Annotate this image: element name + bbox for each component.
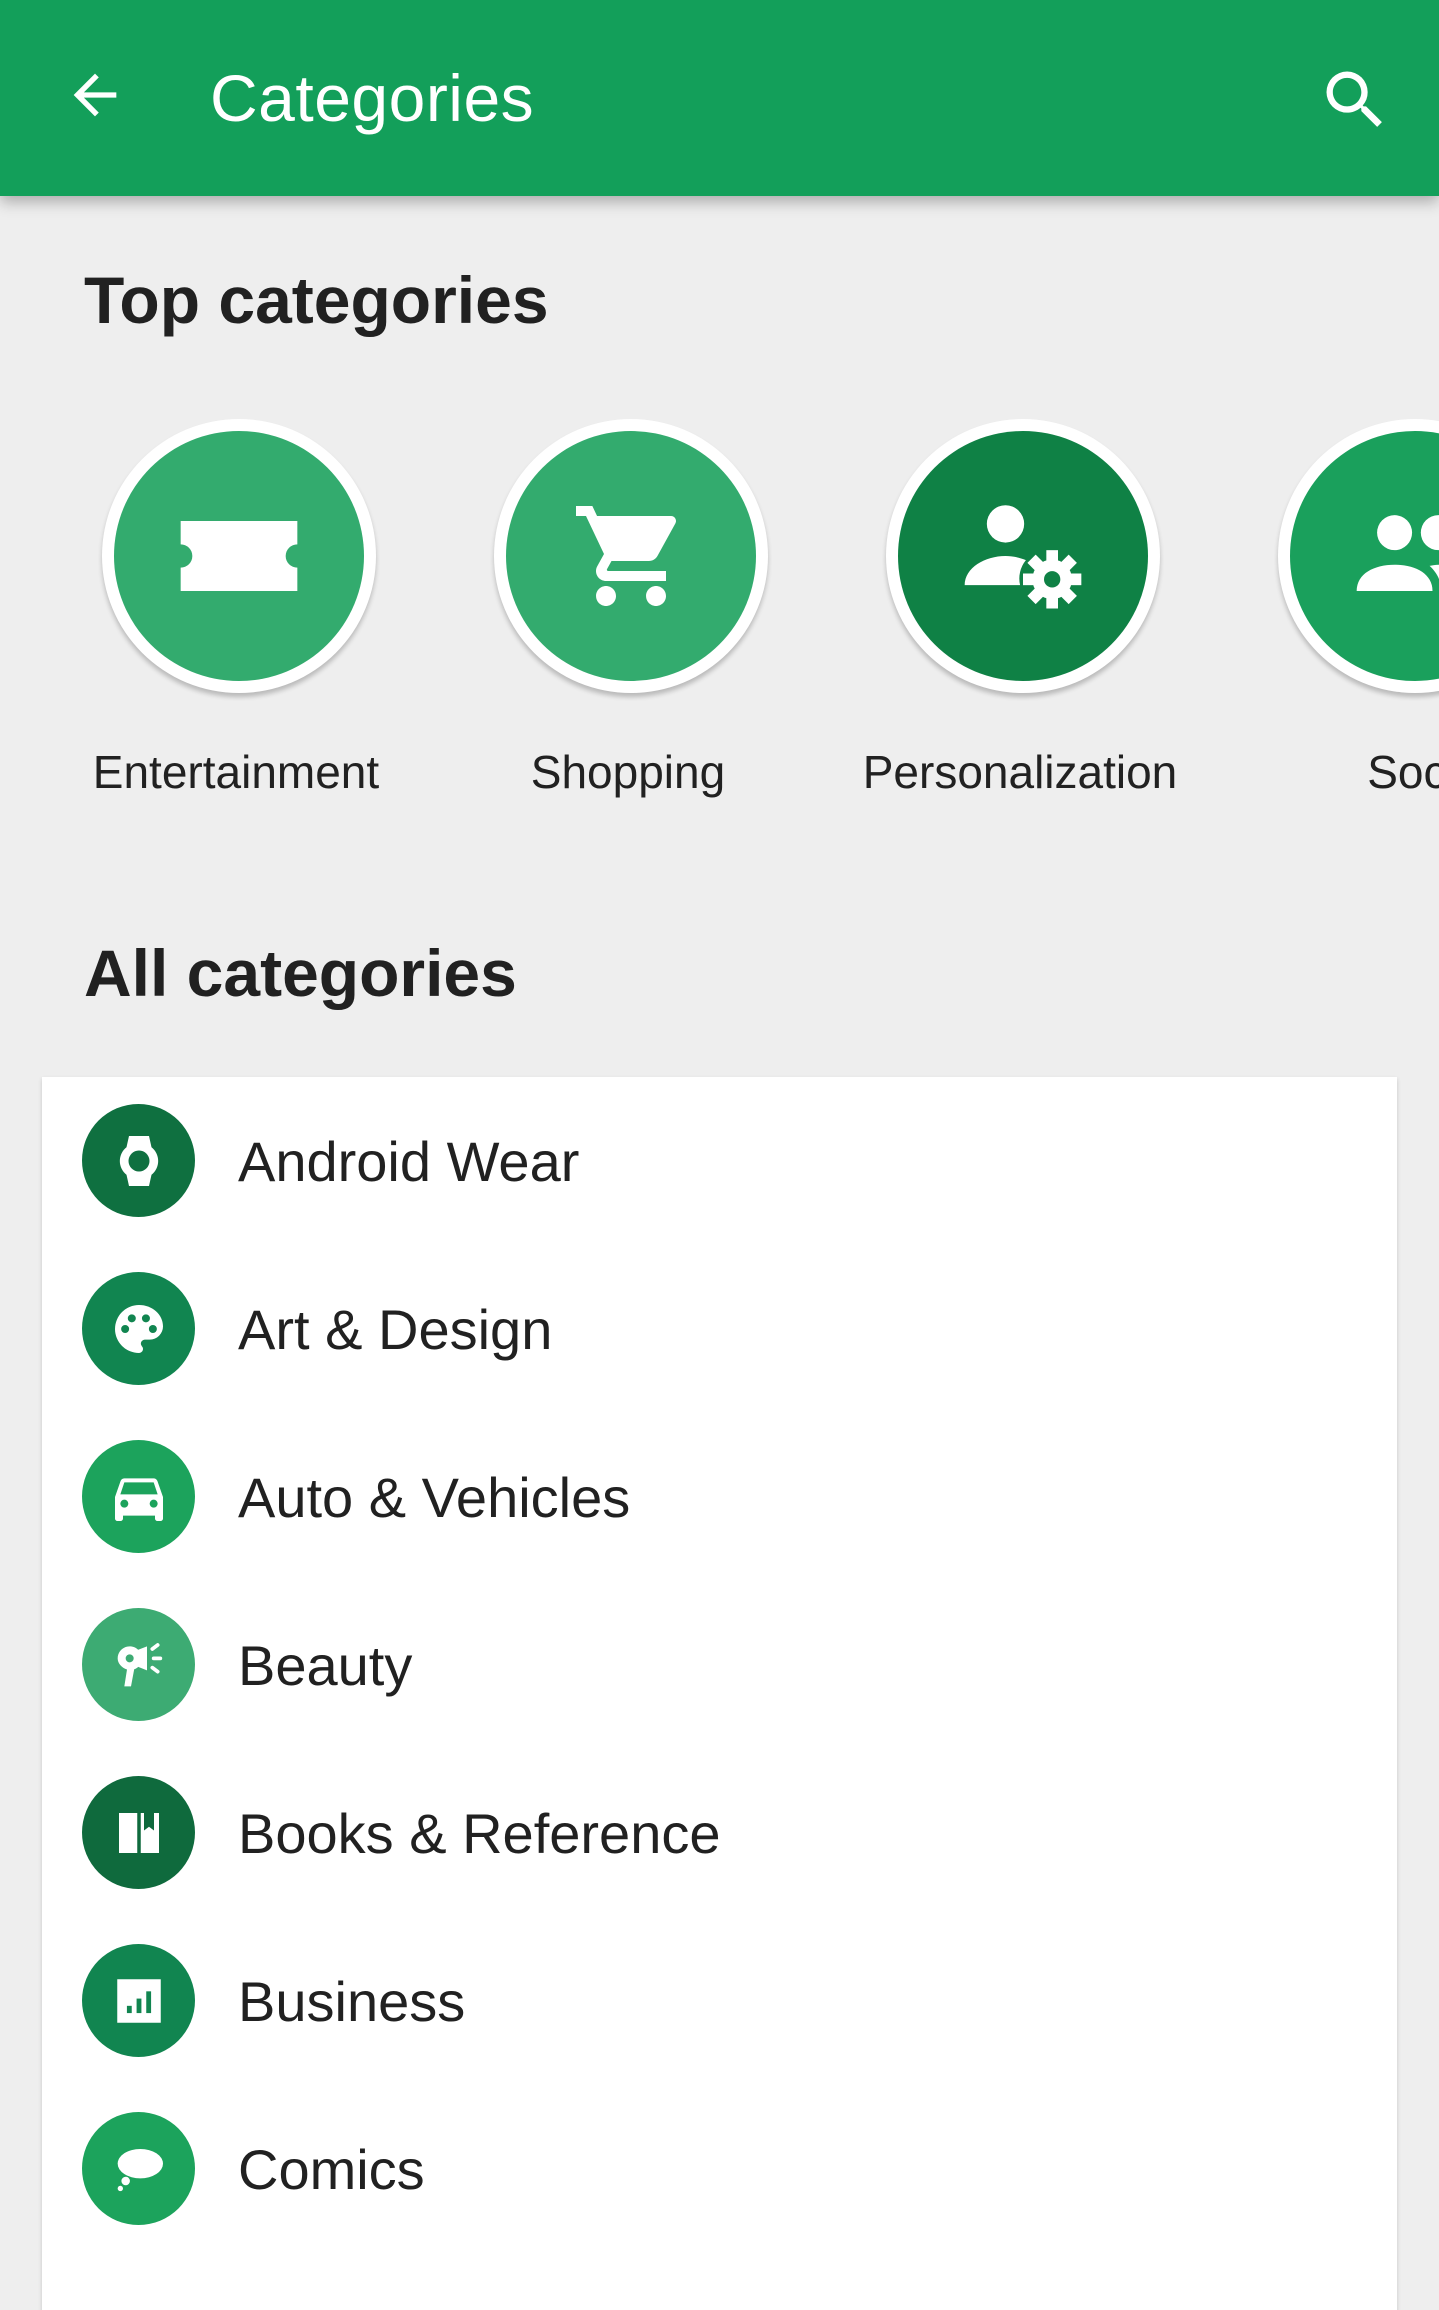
arrow-back-icon <box>73 73 117 117</box>
person-settings-icon <box>964 505 1082 609</box>
all-categories-heading: All categories <box>84 936 517 1010</box>
top-category-circle <box>886 419 1160 693</box>
people-icon <box>1356 515 1439 591</box>
category-icon-circle <box>82 1776 195 1889</box>
top-categories-heading: Top categories <box>84 263 549 337</box>
watch-icon <box>119 1135 158 1186</box>
category-icon-circle <box>82 1440 195 1553</box>
top-category-entertainment[interactable]: Entertainment <box>40 415 432 815</box>
top-category-label: Personalization <box>862 746 1178 798</box>
top-category-label: Entertainment <box>92 746 380 798</box>
app-bar: Categories <box>0 0 1439 196</box>
search-icon <box>1326 71 1382 127</box>
hair-dryer-icon <box>117 1642 162 1686</box>
book-icon <box>118 1812 159 1853</box>
category-label: Auto & Vehicles <box>238 1466 631 1529</box>
category-row-android-wear[interactable]: Android Wear <box>42 1077 1397 1245</box>
car-icon <box>114 1477 163 1521</box>
top-category-personalization[interactable]: Personalization <box>824 415 1216 815</box>
palette-icon <box>114 1304 163 1353</box>
top-category-circle <box>102 419 376 693</box>
top-category-circle-fill <box>1290 431 1439 681</box>
top-category-label: Shopping <box>530 746 726 798</box>
top-category-circle-fill <box>506 431 756 681</box>
category-icon-circle <box>82 1104 195 1217</box>
top-category-shopping[interactable]: Shopping <box>432 415 824 815</box>
category-row-business[interactable]: Business <box>42 1917 1397 2085</box>
top-category-circle <box>494 419 768 693</box>
category-label: Comics <box>238 2138 425 2201</box>
chart-icon <box>116 1978 161 2023</box>
top-category-circle <box>1278 419 1439 693</box>
category-label: Books & Reference <box>238 1802 721 1865</box>
top-category-label: Soci <box>1367 746 1439 798</box>
speech-bubble-icon <box>117 2148 163 2191</box>
page-title: Categories <box>210 61 535 135</box>
category-row-auto-vehicles[interactable]: Auto & Vehicles <box>42 1413 1397 1581</box>
shopping-cart-icon <box>576 506 677 606</box>
category-row-books-reference[interactable]: Books & Reference <box>42 1749 1397 1917</box>
category-label: Beauty <box>238 1634 413 1697</box>
back-button[interactable] <box>50 50 140 140</box>
category-icon-circle <box>82 1608 195 1721</box>
category-row-comics[interactable]: Comics <box>42 2085 1397 2253</box>
all-categories-list: Android Wear Art & Design Auto & Vehicle… <box>42 1077 1397 2310</box>
category-label: Business <box>238 1970 466 2033</box>
top-category-circle-fill <box>898 431 1148 681</box>
top-category-circle-fill <box>114 431 364 681</box>
ticket-icon <box>180 521 298 591</box>
category-icon-circle <box>82 1272 195 1385</box>
category-label: Android Wear <box>238 1130 580 1193</box>
top-categories-carousel[interactable]: Entertainment Shopping Personalization S… <box>0 415 1439 815</box>
category-icon-circle <box>82 2112 195 2225</box>
search-button[interactable] <box>1310 55 1400 145</box>
category-row-beauty[interactable]: Beauty <box>42 1581 1397 1749</box>
category-label: Art & Design <box>238 1298 553 1361</box>
category-row-art-design[interactable]: Art & Design <box>42 1245 1397 1413</box>
top-category-social[interactable]: Soci <box>1216 415 1439 815</box>
category-icon-circle <box>82 1944 195 2057</box>
